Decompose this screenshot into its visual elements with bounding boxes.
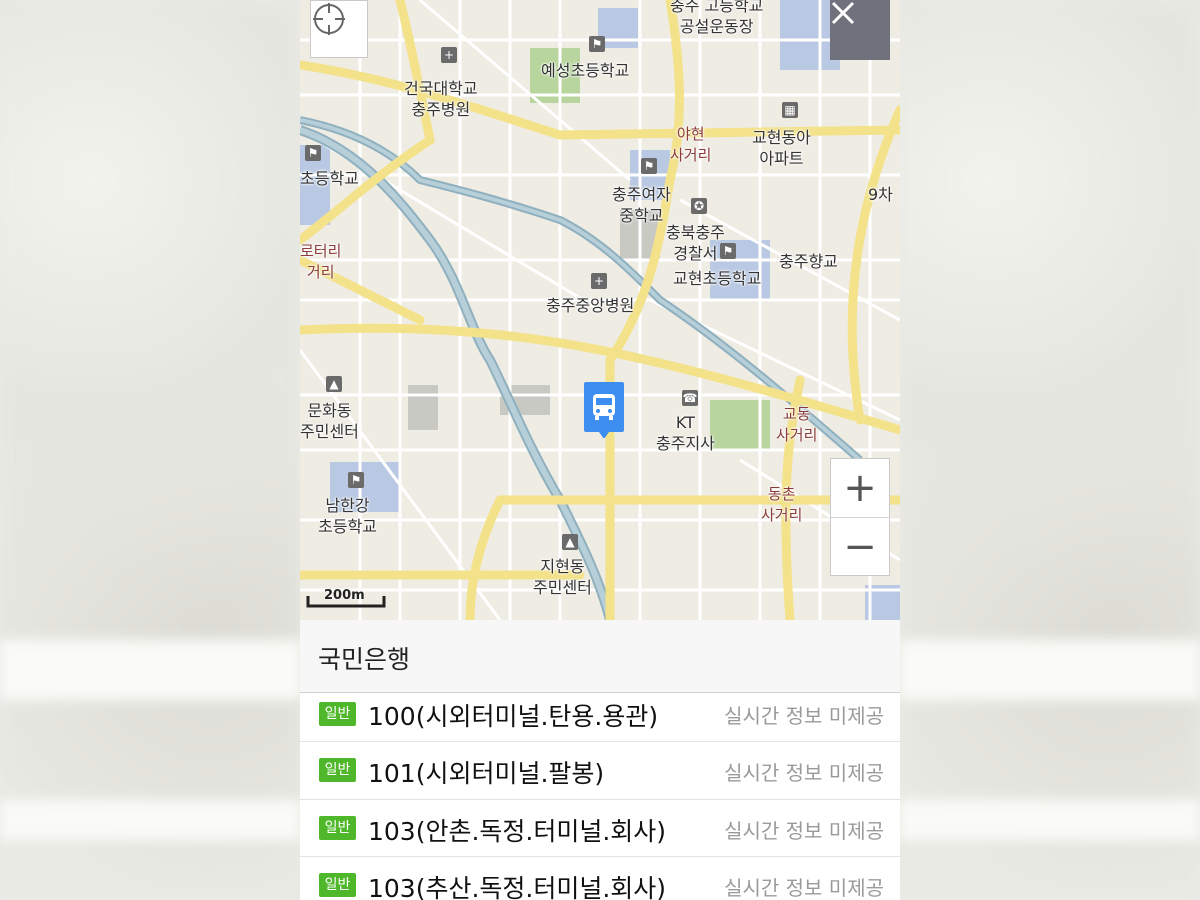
route-type-badge: 일반 <box>319 758 356 782</box>
close-icon <box>831 1 855 25</box>
route-row[interactable]: 일반 101(시외터미널.팔봉) 실시간 정보 미제공 <box>300 742 900 800</box>
map-label: 동촌 사거리 <box>761 485 803 524</box>
route-row[interactable]: 일반 103(안촌.독정.터미널.회사) 실시간 정보 미제공 <box>300 800 900 857</box>
route-status: 실시간 정보 미제공 <box>724 704 884 728</box>
bus-stop-marker[interactable] <box>584 382 624 438</box>
map-label: 지현동 주민센터 <box>533 557 592 597</box>
route-row[interactable]: 일반 100(시외터미널.탄용.용관) 실시간 정보 미제공 <box>300 693 900 742</box>
map-label: 충주중앙병원 <box>546 296 635 315</box>
route-name: 101(시외터미널.팔봉) <box>368 759 605 788</box>
map-label: 교현동아 아파트 <box>752 128 811 168</box>
map-label: 초등학교 <box>300 169 359 188</box>
map-label: 건국대학교 충주병원 <box>404 79 478 119</box>
map-label: 충주여자 중학교 <box>612 185 671 225</box>
school-icon: ⚑ <box>305 145 321 161</box>
close-button[interactable] <box>830 0 890 60</box>
map-label: 로터리 거리 <box>300 242 342 281</box>
zoom-out-button[interactable]: − <box>831 518 889 576</box>
map-label: KT 충주지사 <box>656 413 715 453</box>
crosshair-icon <box>313 3 345 35</box>
map-label: 교동 사거리 <box>776 405 818 444</box>
route-status: 실시간 정보 미제공 <box>724 761 884 785</box>
hospital-icon: + <box>591 273 607 289</box>
building-icon: ▲ <box>562 534 578 550</box>
app-screen: + ⚑ ▦ ⚑ ⚑ ✪ ⚑ + ▲ ☎ ⚑ ▲ 충주 고등학교 공설운동장 예성… <box>300 0 900 900</box>
route-name: 103(안촌.독정.터미널.회사) <box>368 816 667 846</box>
telephone-icon: ☎ <box>682 390 698 406</box>
background-right <box>900 0 1200 900</box>
route-status: 실시간 정보 미제공 <box>724 876 884 900</box>
police-icon: ✪ <box>691 198 707 214</box>
background-left <box>0 0 300 900</box>
map-label: 남한강 초등학교 <box>318 496 377 536</box>
scale-label: 200m <box>324 588 365 603</box>
stop-header: 국민은행 <box>300 620 900 693</box>
map-view[interactable]: + ⚑ ▦ ⚑ ⚑ ✪ ⚑ + ▲ ☎ ⚑ ▲ 충주 고등학교 공설운동장 예성… <box>300 0 900 620</box>
map-label: 문화동 주민센터 <box>300 401 359 441</box>
map-label: 충북충주 경찰서 <box>666 223 725 263</box>
map-scale: 200m <box>306 588 386 610</box>
zoom-controls: + − <box>830 458 890 576</box>
map-label: 예성초등학교 <box>541 61 630 80</box>
route-row[interactable]: 일반 103(추산.독정.터미널.회사) 실시간 정보 미제공 <box>300 857 900 900</box>
route-type-badge: 일반 <box>319 702 356 726</box>
map-label: 충주 고등학교 공설운동장 <box>670 0 764 36</box>
route-list: 일반 100(시외터미널.탄용.용관) 실시간 정보 미제공 일반 101(시외… <box>300 693 900 900</box>
bus-icon <box>584 382 624 438</box>
locate-button[interactable] <box>310 0 368 58</box>
school-icon: ⚑ <box>348 472 364 488</box>
map-label: 교현초등학교 <box>673 269 762 288</box>
school-icon: ⚑ <box>589 36 605 52</box>
zoom-in-button[interactable]: + <box>831 459 889 518</box>
school-icon: ⚑ <box>641 158 657 174</box>
map-label: 9차 <box>868 185 893 204</box>
hospital-icon: + <box>441 47 457 63</box>
route-name: 103(추산.독정.터미널.회사) <box>368 874 667 900</box>
building-icon: ▲ <box>326 376 342 392</box>
map-label: 야현 사거리 <box>670 125 712 164</box>
route-type-badge: 일반 <box>319 815 356 840</box>
building-icon: ▦ <box>782 102 798 118</box>
route-type-badge: 일반 <box>319 873 356 897</box>
map-label: 충주향교 <box>779 252 838 271</box>
stop-name: 국민은행 <box>318 645 411 674</box>
route-status: 실시간 정보 미제공 <box>724 818 884 843</box>
route-name: 100(시외터미널.탄용.용관) <box>368 702 659 731</box>
